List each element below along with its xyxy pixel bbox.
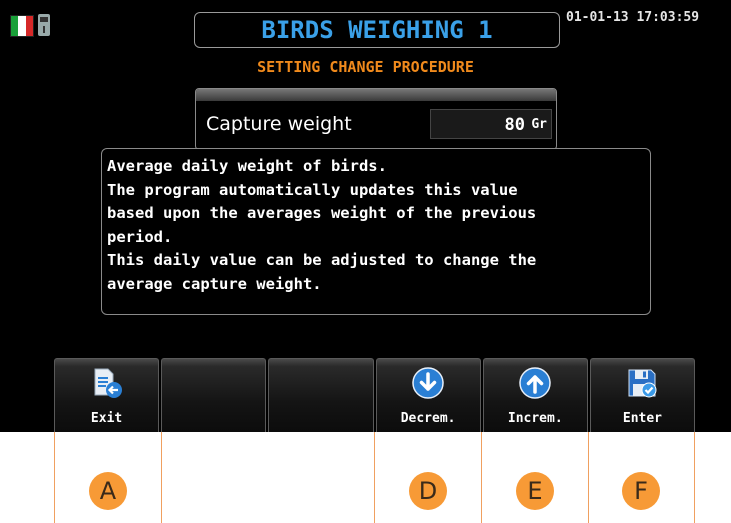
callout-guide-line (374, 432, 375, 523)
description-line: The program automatically updates this v… (107, 180, 518, 199)
function-key-bar: Exit Decrem. Increm. Enter (54, 358, 696, 432)
callout-badge-f: F (622, 472, 660, 510)
save-icon (628, 369, 657, 398)
description-line: This daily value can be adjusted to chan… (107, 251, 537, 269)
increment-button[interactable]: Increm. (482, 358, 588, 432)
parameter-unit: Gr (531, 117, 547, 132)
description-line: period. (107, 227, 173, 246)
description-line: Average daily weight of birds. (107, 157, 387, 175)
arrow-up-icon (519, 367, 552, 399)
callout-badge-d: D (409, 472, 447, 510)
usb-icon (38, 14, 50, 36)
exit-icon (94, 368, 122, 398)
description-box: Average daily weight of birds. The progr… (101, 148, 651, 315)
arrow-down-icon (412, 367, 444, 399)
increment-label: Increm. (507, 411, 563, 426)
italian-flag-icon[interactable] (10, 15, 34, 37)
callout-guide-line (588, 432, 589, 523)
function-key-2[interactable] (161, 358, 267, 432)
subtitle: SETTING CHANGE PROCEDURE (257, 58, 474, 76)
enter-label: Enter (622, 411, 663, 426)
parameter-box: Capture weight 80 Gr (195, 88, 557, 150)
callout-badge-a: A (89, 472, 127, 510)
callout-guide-line (481, 432, 482, 523)
parameter-value: 80 (504, 115, 525, 135)
description-line: based upon the averages weight of the pr… (107, 204, 537, 222)
parameter-value-field[interactable]: 80 Gr (430, 109, 552, 139)
title-box: BIRDS WEIGHING 1 (194, 12, 560, 48)
parameter-label: Capture weight (206, 113, 352, 135)
parameter-header-bar (196, 89, 556, 101)
page-title: BIRDS WEIGHING 1 (261, 16, 493, 44)
description-line: average capture weight. (107, 274, 322, 293)
decrement-button[interactable]: Decrem. (375, 358, 481, 432)
callout-badge-e: E (516, 472, 554, 510)
datetime: 01-01-13 17:03:59 (566, 10, 700, 25)
enter-button[interactable]: Enter (589, 358, 696, 432)
callout-guide-line (54, 432, 55, 523)
exit-button[interactable]: Exit (54, 358, 160, 432)
decrement-label: Decrem. (400, 411, 456, 426)
callout-guide-line (161, 432, 162, 523)
function-key-3[interactable] (268, 358, 374, 432)
terminal-screen: BIRDS WEIGHING 1 01-01-13 17:03:59 SETTI… (0, 0, 731, 432)
exit-label: Exit (90, 411, 123, 426)
callout-guide-line (694, 432, 695, 523)
